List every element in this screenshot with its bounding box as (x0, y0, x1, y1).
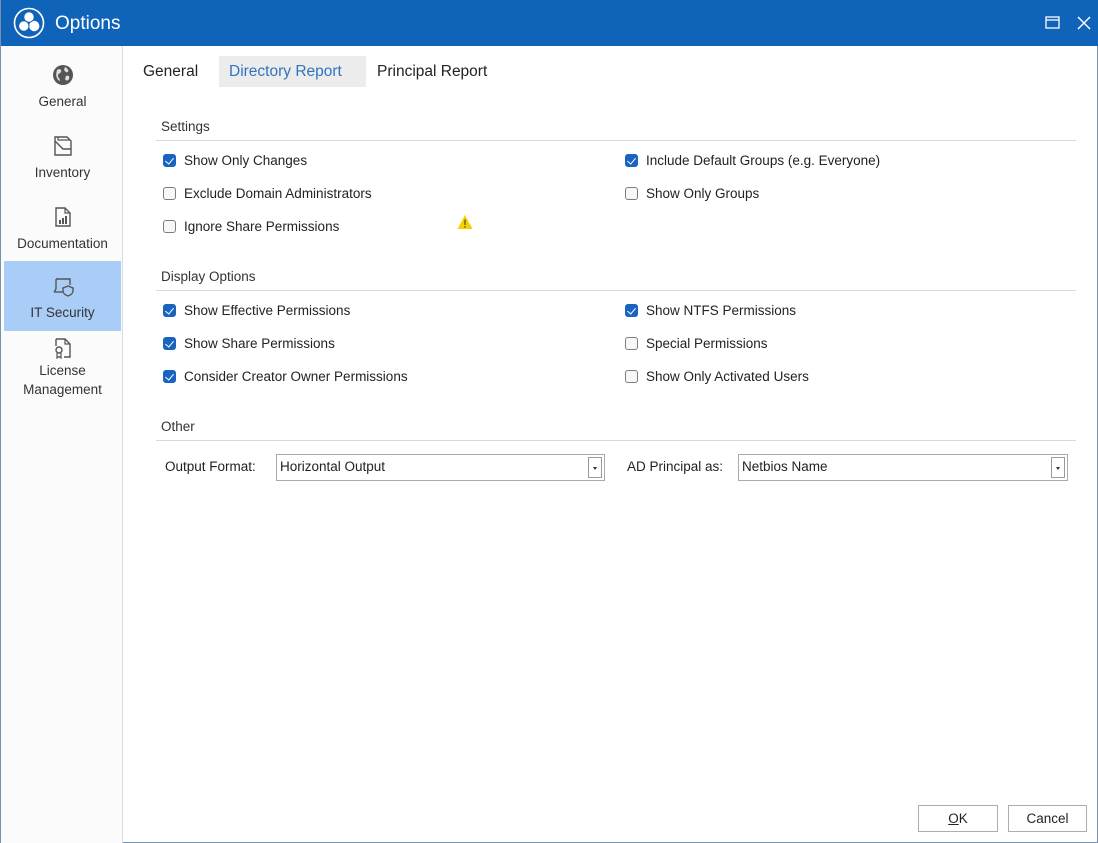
show-ntfs-permissions-checkbox[interactable]: Show NTFS Permissions (625, 300, 796, 320)
sidebar-item-general[interactable]: General (4, 50, 121, 120)
consider-creator-owner-permissions-checkbox[interactable]: Consider Creator Owner Permissions (163, 366, 408, 386)
show-only-activated-users-checkbox[interactable]: Show Only Activated Users (625, 366, 809, 386)
sidebar-item-label: IT Security (30, 305, 95, 320)
section-title-settings: Settings (161, 119, 210, 134)
section-divider (156, 440, 1076, 441)
checkbox-box[interactable] (625, 303, 638, 317)
output-format-value: Horizontal Output (280, 459, 386, 474)
label-line: Management (23, 382, 102, 397)
window-title: Options (55, 13, 121, 34)
sidebar-item-label: General (38, 94, 87, 109)
sidebar: General Inventory Documentation IT Secur… (1, 46, 123, 843)
maximize-icon[interactable] (1041, 11, 1065, 35)
section-title-other: Other (161, 419, 195, 434)
checkbox-box[interactable] (163, 336, 176, 350)
title-bar: Options (1, 0, 1098, 46)
tab-principal-report[interactable]: Principal Report (365, 56, 499, 87)
certificate-icon (55, 338, 71, 359)
sidebar-item-license-management[interactable]: License Management (4, 333, 121, 405)
output-format-select[interactable]: Horizontal Output (276, 454, 605, 481)
tab-directory-report[interactable]: Directory Report (219, 56, 366, 87)
checkbox-label: Special Permissions (646, 335, 768, 351)
globe-icon (53, 65, 73, 85)
checkbox-box[interactable] (163, 219, 176, 233)
show-only-changes-checkbox[interactable]: Show Only Changes (163, 150, 307, 170)
checkbox-label: Show NTFS Permissions (646, 302, 797, 318)
sidebar-item-label: Documentation (17, 236, 108, 251)
label-line: License (39, 363, 86, 378)
show-only-groups-checkbox[interactable]: Show Only Groups (625, 183, 759, 203)
chevron-down-icon[interactable] (588, 457, 602, 478)
checkbox-box[interactable] (625, 186, 638, 200)
checkbox-box[interactable] (163, 153, 176, 167)
ok-label-rest: K (958, 811, 968, 826)
ad-principal-label: AD Principal as: (627, 459, 724, 474)
checkbox-label: Show Share Permissions (184, 335, 335, 351)
checkbox-label: Include Default Groups (e.g. Everyone) (646, 152, 881, 168)
cancel-button[interactable]: Cancel (1008, 805, 1087, 832)
ok-button[interactable]: OK (918, 805, 998, 832)
checkbox-box[interactable] (163, 186, 176, 200)
checkbox-label: Ignore Share Permissions (184, 218, 340, 234)
report-chart-icon (55, 207, 71, 227)
section-divider (156, 140, 1076, 141)
show-effective-permissions-checkbox[interactable]: Show Effective Permissions (163, 300, 350, 320)
checkbox-label: Show Effective Permissions (184, 302, 351, 318)
ok-mnemonic: O (948, 811, 959, 826)
show-share-permissions-checkbox[interactable]: Show Share Permissions (163, 333, 335, 353)
output-format-label: Output Format: (165, 459, 256, 474)
sidebar-item-label: Inventory (34, 165, 91, 180)
sidebar-item-it-security[interactable]: IT Security (4, 261, 121, 331)
section-title-display-options: Display Options (161, 269, 256, 284)
ignore-share-permissions-checkbox[interactable]: Ignore Share Permissions (163, 216, 339, 236)
warning-icon (457, 215, 473, 229)
checkbox-box[interactable] (625, 336, 638, 350)
folder-stack-icon (54, 136, 72, 156)
ad-principal-value: Netbios Name (742, 459, 828, 474)
sidebar-item-documentation[interactable]: Documentation (4, 192, 121, 262)
include-default-groups-checkbox[interactable]: Include Default Groups (e.g. Everyone) (625, 150, 880, 170)
checkbox-box[interactable] (625, 153, 638, 167)
sidebar-item-inventory[interactable]: Inventory (4, 121, 121, 191)
checkbox-box[interactable] (163, 303, 176, 317)
checkbox-label: Exclude Domain Administrators (184, 185, 372, 201)
checkbox-box[interactable] (163, 369, 176, 383)
special-permissions-checkbox[interactable]: Special Permissions (625, 333, 768, 353)
close-icon[interactable] (1072, 11, 1096, 35)
options-dialog: Options General Inventory Documentation … (0, 0, 1098, 843)
checkbox-box[interactable] (625, 369, 638, 383)
checkbox-label: Show Only Changes (184, 152, 308, 168)
ad-principal-select[interactable]: Netbios Name (738, 454, 1068, 481)
section-divider (156, 290, 1076, 291)
laptop-shield-icon (53, 278, 74, 297)
chevron-down-icon[interactable] (1051, 457, 1065, 478)
tab-general[interactable]: General (131, 56, 210, 87)
hexagon-cluster-logo-icon (13, 7, 45, 39)
checkbox-label: Show Only Activated Users (646, 368, 809, 384)
checkbox-label: Consider Creator Owner Permissions (184, 368, 408, 384)
checkbox-label: Show Only Groups (646, 185, 760, 201)
exclude-domain-administrators-checkbox[interactable]: Exclude Domain Administrators (163, 183, 372, 203)
sidebar-item-label: License Management (4, 361, 121, 399)
